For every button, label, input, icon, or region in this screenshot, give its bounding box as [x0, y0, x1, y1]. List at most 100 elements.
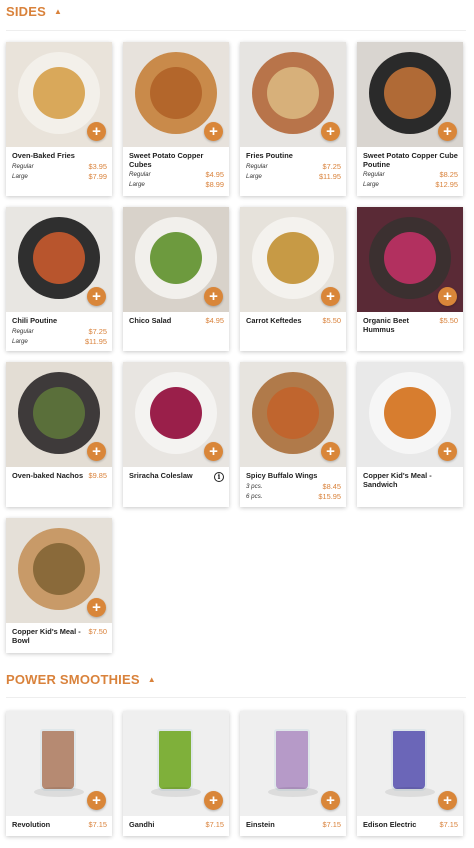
item-image[interactable]: + [357, 42, 463, 147]
item-image[interactable]: + [123, 362, 229, 467]
menu-item-card[interactable]: + Sriracha Coleslaw i [123, 362, 229, 507]
menu-item-card[interactable]: + Organic Beet Hummus $5.50 [357, 207, 463, 351]
add-to-cart-button[interactable]: + [438, 442, 457, 461]
item-image[interactable]: + [6, 711, 112, 816]
item-image[interactable]: + [240, 711, 346, 816]
menu-item-card[interactable]: + Carrot Keftedes $5.50 [240, 207, 346, 351]
divider [6, 697, 466, 698]
item-image[interactable]: + [6, 42, 112, 147]
menu-item-card[interactable]: + Spicy Buffalo Wings 3 pcs. $8.45 6 pcs. $15… [240, 362, 346, 507]
menu-item-card[interactable]: + Gandhi $7.15 [123, 711, 229, 836]
item-name: Organic Beet Hummus [363, 316, 410, 334]
menu-item-card[interactable]: + Chili Poutine Regular $7.25 Large $11.95 [6, 207, 112, 351]
item-info: Copper Kid's Meal - Sandwich [357, 467, 463, 495]
dish-food [33, 232, 85, 284]
info-icon[interactable]: i [214, 472, 224, 482]
add-to-cart-button[interactable]: + [438, 122, 457, 141]
item-price: $9.85 [88, 471, 108, 480]
menu-item-card[interactable]: + Revolution $7.15 [6, 711, 112, 836]
menu-item-card[interactable]: + Copper Kid's Meal - Sandwich [357, 362, 463, 507]
add-to-cart-button[interactable]: + [438, 287, 457, 306]
item-price: $7.15 [205, 820, 225, 829]
size-option-label: Regular [12, 327, 34, 335]
menu-item-card[interactable]: + Oven-baked Nachos $9.85 [6, 362, 112, 507]
item-info: Fries Poutine Regular $7.25 Large $11.95 [240, 147, 346, 187]
item-header: Copper Kid's Meal - Sandwich [363, 471, 458, 489]
item-image[interactable]: + [357, 711, 463, 816]
add-to-cart-button[interactable]: + [87, 442, 106, 461]
size-option-price: $7.25 [88, 326, 108, 336]
item-image[interactable]: + [6, 362, 112, 467]
plus-icon: + [92, 443, 101, 460]
add-to-cart-button[interactable]: + [204, 287, 223, 306]
item-name: Oven-Baked Fries [12, 151, 75, 160]
menu-item-card[interactable]: + Fries Poutine Regular $7.25 Large $11.95 [240, 42, 346, 196]
size-option-price: $8.25 [439, 170, 459, 180]
smoothie-glass [274, 729, 310, 791]
size-option-label: Regular [129, 171, 151, 179]
glass-shadow [34, 787, 84, 797]
item-image[interactable]: + [240, 42, 346, 147]
add-to-cart-button[interactable]: + [87, 598, 106, 617]
menu-item-card[interactable]: + Oven-Baked Fries Regular $3.95 Large $7.99 [6, 42, 112, 196]
item-price: $4.95 [205, 316, 225, 325]
add-to-cart-button[interactable]: + [204, 442, 223, 461]
plus-icon: + [443, 123, 452, 140]
item-image[interactable]: + [357, 362, 463, 467]
item-name: Sweet Potato Copper Cubes [129, 151, 204, 169]
size-option-price: $7.25 [322, 161, 342, 171]
item-info: Copper Kid's Meal - Bowl $7.50 [6, 623, 112, 651]
dish-food [384, 387, 436, 439]
item-image[interactable]: + [240, 207, 346, 312]
item-image[interactable]: + [357, 207, 463, 312]
size-option-price: $8.99 [205, 180, 225, 190]
add-to-cart-button[interactable]: + [204, 122, 223, 141]
caret-up-icon: ▲ [54, 6, 63, 16]
add-to-cart-button[interactable]: + [87, 791, 106, 810]
dish-food [267, 232, 319, 284]
section-header-power-smoothies[interactable]: POWER SMOOTHIES ▲ [6, 668, 156, 690]
item-header: Chili Poutine [12, 316, 107, 326]
item-image[interactable]: + [123, 711, 229, 816]
add-to-cart-button[interactable]: + [321, 122, 340, 141]
section-header-sides[interactable]: SIDES ▲ [6, 0, 62, 22]
item-image[interactable]: + [123, 207, 229, 312]
menu-item-card[interactable]: + Einstein $7.15 [240, 711, 346, 836]
glass-shadow [268, 787, 318, 797]
plus-icon: + [326, 288, 335, 305]
add-to-cart-button[interactable]: + [87, 287, 106, 306]
add-to-cart-button[interactable]: + [321, 287, 340, 306]
add-to-cart-button[interactable]: + [438, 791, 457, 810]
item-name: Copper Kid's Meal - Bowl [12, 627, 81, 645]
add-to-cart-button[interactable]: + [321, 442, 340, 461]
size-option-label: Large [246, 172, 262, 180]
plus-icon: + [209, 792, 218, 809]
plus-icon: + [92, 123, 101, 140]
item-info: Sriracha Coleslaw i [123, 467, 229, 488]
size-option-label: 3 pcs. [246, 482, 263, 490]
size-option-price: $11.95 [318, 171, 341, 181]
menu-item-card[interactable]: + Sweet Potato Copper Cubes Regular $4.95 La… [123, 42, 229, 196]
menu-item-card[interactable]: + Sweet Potato Copper Cube Poutine Regular… [357, 42, 463, 196]
item-image[interactable]: + [6, 207, 112, 312]
plus-icon: + [209, 123, 218, 140]
dish-food [33, 67, 85, 119]
plus-icon: + [326, 792, 335, 809]
section-title: SIDES [6, 3, 47, 19]
menu-item-card[interactable]: + Chico Salad $4.95 [123, 207, 229, 351]
size-option-label: Large [12, 337, 28, 345]
item-header: Carrot Keftedes $5.50 [246, 316, 341, 326]
size-option-label: Regular [363, 171, 385, 179]
size-option-row: Large $11.95 [12, 337, 107, 346]
plus-icon: + [443, 792, 452, 809]
item-image[interactable]: + [240, 362, 346, 467]
add-to-cart-button[interactable]: + [87, 122, 106, 141]
size-option-label: Regular [12, 162, 34, 170]
add-to-cart-button[interactable]: + [321, 791, 340, 810]
add-to-cart-button[interactable]: + [204, 791, 223, 810]
menu-item-card[interactable]: + Copper Kid's Meal - Bowl $7.50 [6, 518, 112, 653]
item-info: Organic Beet Hummus $5.50 [357, 312, 463, 340]
item-image[interactable]: + [6, 518, 112, 623]
item-image[interactable]: + [123, 42, 229, 147]
menu-item-card[interactable]: + Edison Electric $7.15 [357, 711, 463, 836]
